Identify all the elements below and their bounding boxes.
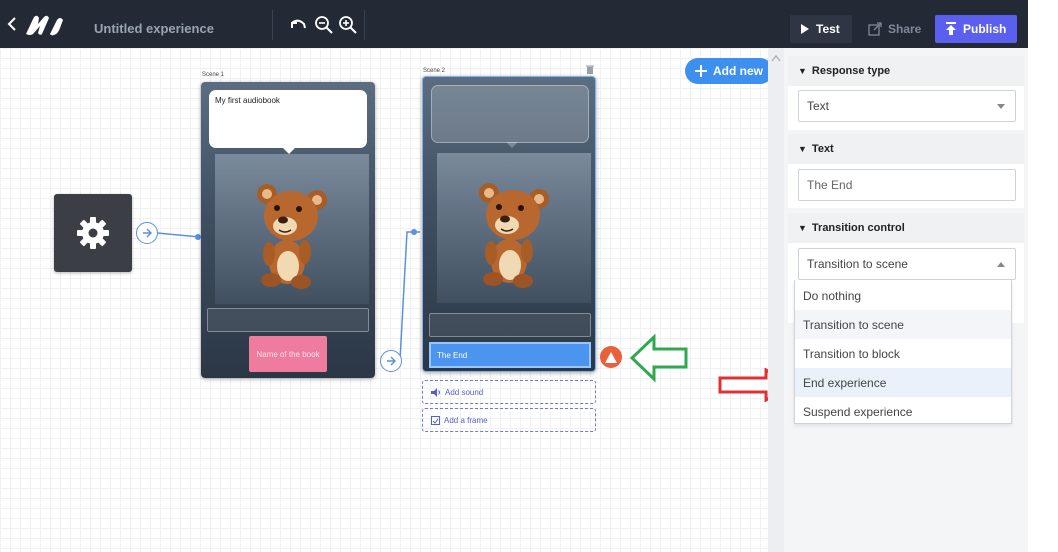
chevron-up-icon[interactable]: [771, 54, 781, 62]
add-frame-button[interactable]: Add a frame: [422, 408, 596, 432]
share-icon: [868, 22, 882, 36]
transition-control-header[interactable]: ▼ Transition control: [788, 213, 1024, 243]
publish-button-label: Publish: [963, 22, 1007, 36]
triangle-down-icon: ▼: [798, 223, 807, 233]
settings-node[interactable]: [54, 194, 132, 272]
chevron-up-icon: [997, 262, 1005, 267]
triangle-down-icon: ▼: [798, 144, 807, 154]
dropdown-option-suspend-experience[interactable]: Suspend experience: [795, 397, 1011, 426]
scene-1-label: Scene 1: [202, 72, 225, 78]
response-type-title: Response type: [811, 65, 891, 77]
connector-lines: [156, 229, 420, 361]
dropdown-option-end-experience[interactable]: End experience: [795, 368, 1011, 397]
speaker-icon: [431, 387, 440, 397]
gear-icon: [77, 217, 109, 249]
share-button-label: Share: [888, 22, 922, 36]
warning-triangle-icon: [605, 351, 617, 363]
response-type-body: Text: [788, 86, 1024, 130]
dropdown-option-transition-to-block[interactable]: Transition to block: [795, 339, 1011, 368]
response-type-select[interactable]: Text: [798, 90, 1016, 122]
teddy-bear-image: [257, 184, 327, 289]
warning-indicator[interactable]: [600, 346, 622, 368]
scene-1-card[interactable]: My first audiobook Name of the book: [201, 82, 375, 378]
publish-button[interactable]: Publish: [935, 15, 1017, 43]
scene-2-text-slot[interactable]: [429, 313, 591, 337]
transition-dropdown-menu: Do nothing Transition to scene Transitio…: [794, 280, 1012, 424]
frame-icon: [431, 415, 440, 425]
test-button[interactable]: Test: [790, 15, 852, 43]
transition-selected-value: Transition to scene: [807, 257, 908, 271]
response-type-value: Text: [807, 99, 830, 113]
text-section-body: The End: [788, 164, 1024, 208]
add-sound-button[interactable]: Add sound: [422, 380, 596, 404]
add-new-button[interactable]: Add new: [685, 58, 773, 84]
scene-1-speech-bubble[interactable]: My first audiobook: [209, 90, 367, 154]
green-arrow-annotation: [629, 334, 688, 382]
scene-2-label: Scene 2: [423, 68, 446, 74]
add-new-label: Add new: [713, 64, 763, 78]
scene-2-speech-bubble[interactable]: [431, 85, 589, 148]
trash-icon[interactable]: [586, 65, 594, 74]
play-icon: [801, 24, 809, 34]
scene-2-the-end-button[interactable]: The End: [429, 342, 591, 368]
dropdown-option-do-nothing[interactable]: Do nothing: [795, 281, 1011, 310]
test-button-label: Test: [816, 22, 840, 36]
output-port[interactable]: [136, 222, 158, 244]
panel-scrollbar[interactable]: [768, 48, 784, 552]
share-button[interactable]: Share: [860, 15, 928, 43]
teddy-bear-image: [479, 183, 549, 288]
scene-1-text-slot[interactable]: [207, 308, 369, 332]
scene-1-book-name-button[interactable]: Name of the book: [249, 336, 327, 372]
arrow-right-icon: [143, 228, 152, 238]
add-sound-label: Add sound: [445, 387, 484, 397]
text-input-value: The End: [807, 178, 853, 192]
scene-1-output-port[interactable]: [380, 350, 402, 372]
response-type-header[interactable]: ▼ Response type: [788, 56, 1024, 86]
chevron-down-icon: [997, 104, 1005, 109]
scene-2-card[interactable]: The End: [422, 76, 596, 372]
dropdown-option-transition-to-scene[interactable]: Transition to scene: [795, 310, 1011, 339]
text-section-header[interactable]: ▼ Text: [788, 134, 1024, 164]
transition-control-title: Transition control: [811, 222, 905, 234]
upload-icon: [946, 22, 956, 35]
text-input[interactable]: The End: [798, 169, 1016, 201]
text-section-title: Text: [811, 143, 834, 155]
transition-select[interactable]: Transition to scene: [798, 248, 1016, 280]
arrow-right-icon: [387, 356, 396, 366]
add-frame-label: Add a frame: [444, 415, 488, 425]
triangle-down-icon: ▼: [798, 66, 807, 76]
plus-icon: [695, 65, 707, 77]
